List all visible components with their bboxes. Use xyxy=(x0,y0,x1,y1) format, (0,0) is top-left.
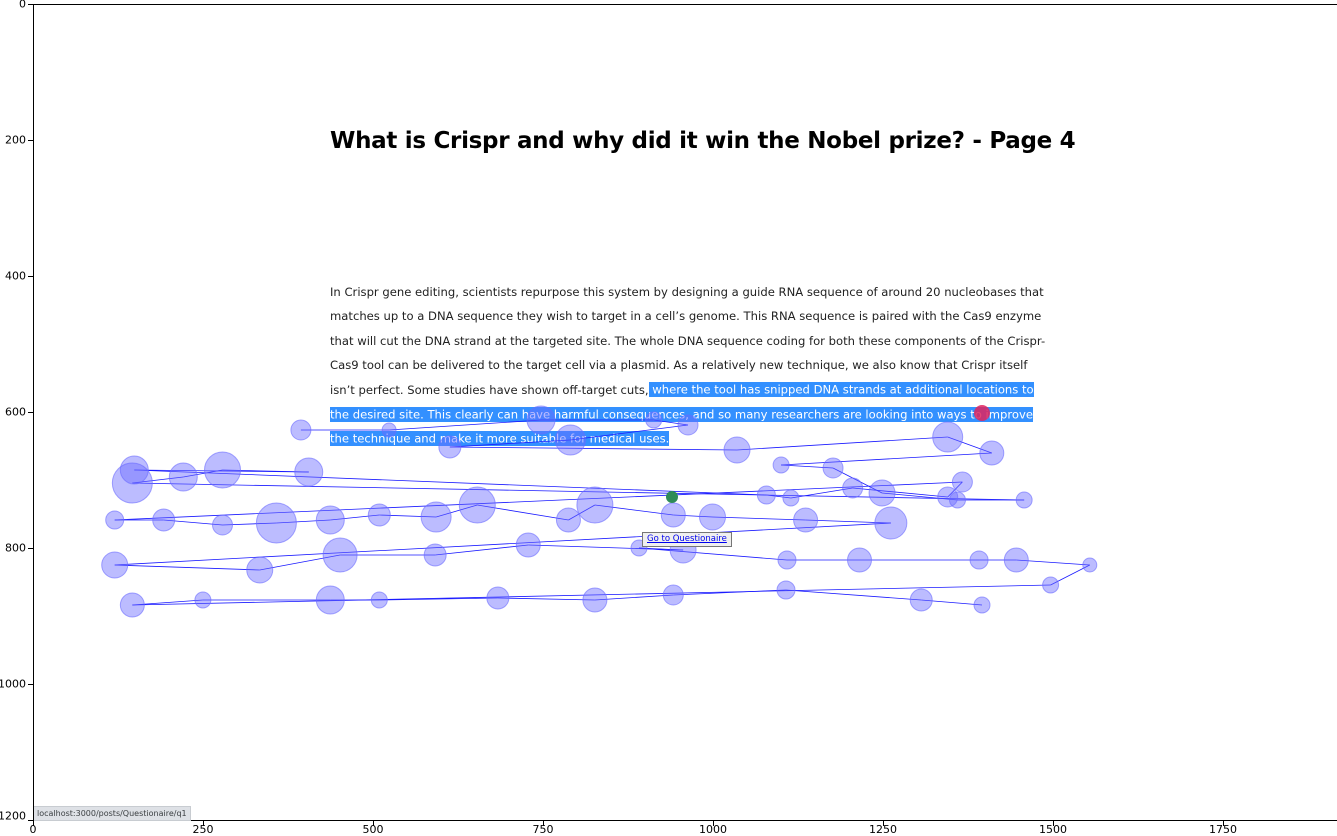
article-paragraph: In Crispr gene editing, scientists repur… xyxy=(330,280,1050,451)
paragraph-text: In Crispr gene editing, scientists repur… xyxy=(330,285,1046,397)
x-tick-label: 1750 xyxy=(1209,823,1237,836)
go-to-questionaire-button[interactable]: Go to Questionaire xyxy=(642,532,732,547)
x-tick-label: 1000 xyxy=(699,823,727,836)
x-tick-label: 500 xyxy=(362,823,384,836)
page-title: What is Crispr and why did it win the No… xyxy=(330,128,1076,154)
y-tick-label: 400 xyxy=(5,269,26,283)
y-tick xyxy=(28,140,33,141)
x-tick-label: 1250 xyxy=(869,823,897,836)
y-tick-label: 1200 xyxy=(0,809,26,823)
x-tick-label: 1500 xyxy=(1039,823,1067,836)
y-axis xyxy=(33,4,34,820)
y-tick-label: 1000 xyxy=(0,677,26,691)
y-tick-label: 600 xyxy=(5,405,26,419)
x-tick-label: 0 xyxy=(29,823,37,836)
status-bar-url: localhost:3000/posts/Questionaire/q1 xyxy=(34,806,191,821)
y-tick-label: 800 xyxy=(5,541,26,555)
y-tick xyxy=(28,276,33,277)
x-tick-label: 250 xyxy=(192,823,214,836)
eye-tracking-figure: 0 200 400 600 800 1000 1200 0 250 500 75… xyxy=(0,0,1337,836)
y-tick xyxy=(28,412,33,413)
top-frame xyxy=(33,4,1337,5)
x-axis xyxy=(33,820,1337,821)
y-tick xyxy=(28,4,33,5)
y-tick xyxy=(28,548,33,549)
y-tick-label: 0 xyxy=(19,0,26,11)
x-tick-label: 750 xyxy=(532,823,554,836)
y-tick xyxy=(28,684,33,685)
y-tick-label: 200 xyxy=(5,133,26,147)
